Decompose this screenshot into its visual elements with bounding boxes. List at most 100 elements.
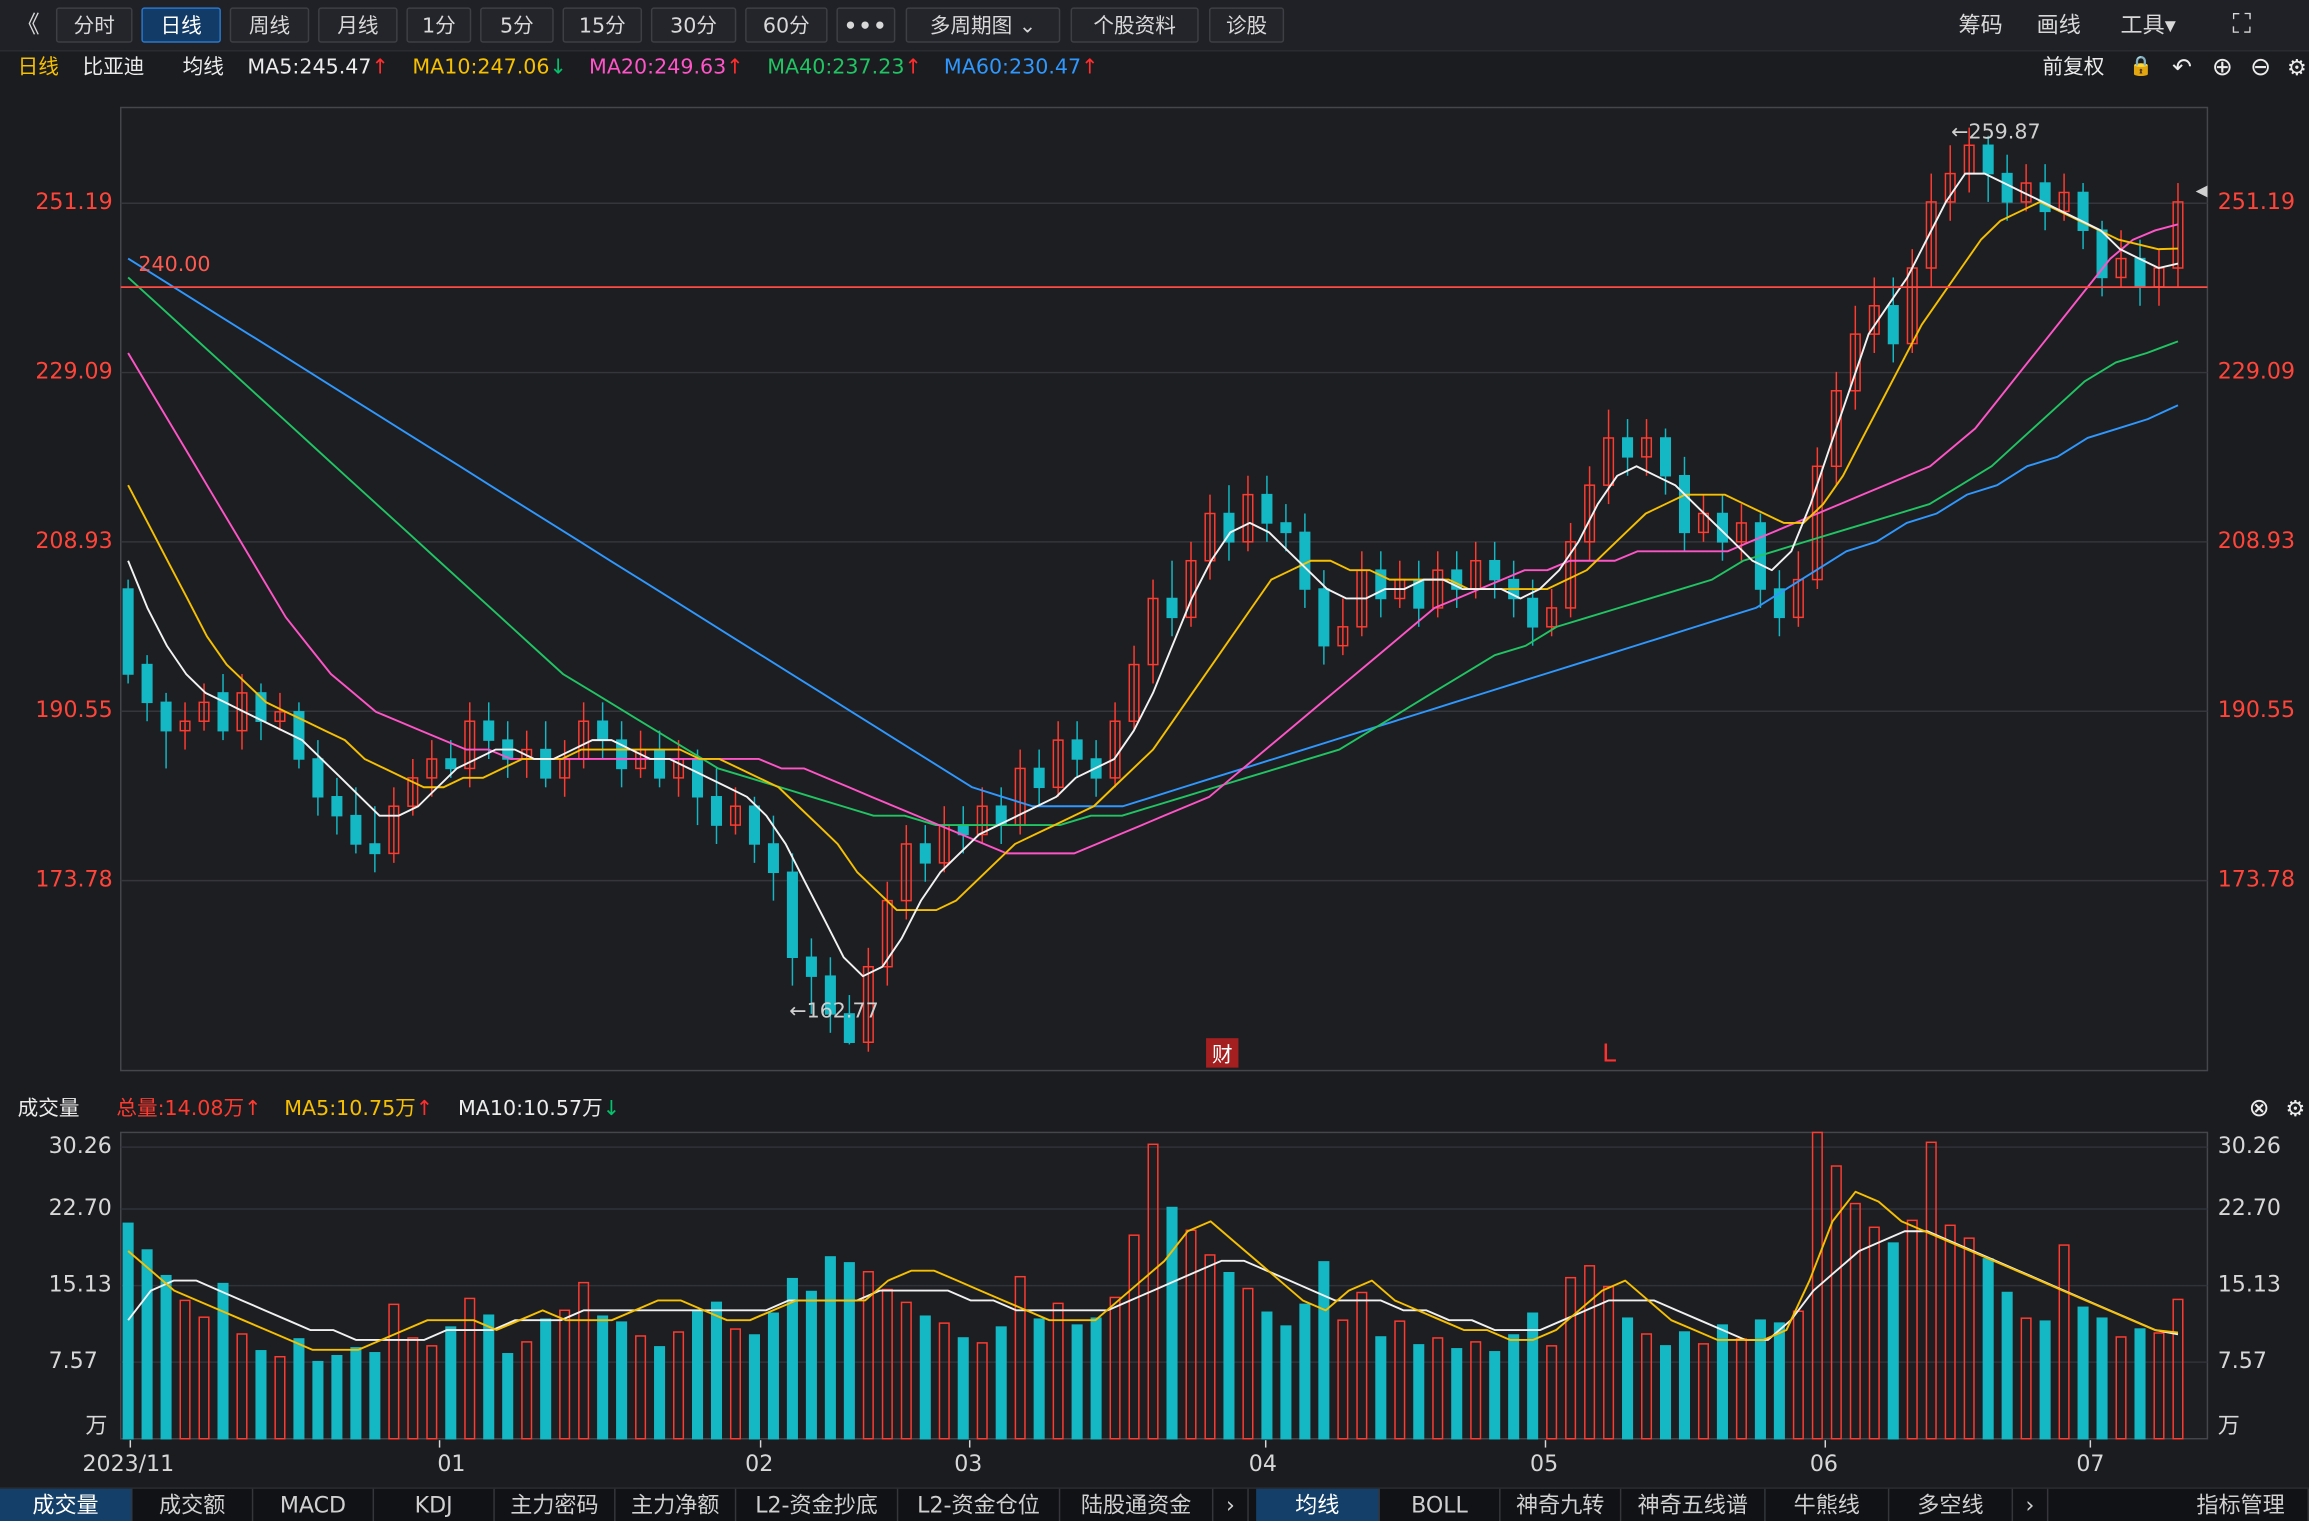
volume-bar (843, 1262, 855, 1440)
candle-body (1280, 522, 1292, 534)
right-volume-label: 万 (2217, 1412, 2240, 1439)
candle-body (1659, 437, 1672, 477)
volume-bar (217, 1282, 229, 1440)
candle-body (540, 748, 552, 779)
date-tick (1264, 1440, 1267, 1448)
candle-body (654, 748, 666, 779)
right-volume-label: 22.70 (2217, 1194, 2281, 1221)
volume-bar (369, 1352, 381, 1440)
volume-bar (1280, 1325, 1292, 1440)
left-price-label: 251.19 (35, 188, 113, 215)
left-volume-label: 7.57 (48, 1347, 98, 1374)
close-volume-icon[interactable]: ⊗ (2249, 1091, 2270, 1126)
bottom-tab-0[interactable]: 成交量 (0, 1488, 133, 1521)
candle-body (1299, 531, 1311, 590)
volume-bar (1754, 1319, 1766, 1440)
candle-body (1261, 493, 1273, 524)
low-price-annotation: ←162.77 (789, 999, 878, 1023)
volume-bar (293, 1338, 305, 1440)
candle-body (786, 871, 798, 959)
bottom-tab-7[interactable]: L2-资金仓位 (898, 1488, 1061, 1521)
candle-body (1166, 597, 1178, 619)
candle-body (369, 843, 381, 855)
volume-settings-icon[interactable]: ⚙ (2285, 1091, 2305, 1126)
bottom-tab-2[interactable]: MACD (253, 1488, 375, 1521)
overlay-tab-5[interactable]: 多空线 (1889, 1488, 2014, 1521)
candle-body (691, 758, 704, 798)
left-volume-label: 22.70 (48, 1194, 112, 1221)
left-price-label: 173.78 (35, 865, 113, 893)
bottom-tab-6[interactable]: L2-资金抄底 (736, 1488, 899, 1521)
candle-body (1033, 767, 1045, 789)
candle-body (1887, 305, 1899, 345)
volume-bar (1716, 1324, 1728, 1440)
date-tick (129, 1440, 132, 1448)
bottom-tab-4[interactable]: 主力密码 (495, 1488, 616, 1521)
l-marker[interactable]: L (1602, 1039, 1616, 1068)
date-label: 04 (1248, 1450, 1277, 1478)
date-label: 2023/11 (82, 1450, 175, 1478)
left-volume-label: 30.26 (48, 1132, 112, 1159)
volume-bar (483, 1314, 495, 1440)
left-price-label: 208.93 (35, 527, 113, 554)
overlay-tab-3[interactable]: 神奇五线谱 (1621, 1488, 1766, 1521)
candle-body (1318, 588, 1330, 647)
right-volume-label: 7.57 (2217, 1347, 2267, 1374)
candle-body (350, 814, 362, 845)
overlay-tab-2[interactable]: 神奇九转 (1501, 1488, 1622, 1521)
right-volume-label: 30.26 (2217, 1132, 2281, 1159)
candle-body (767, 843, 779, 874)
date-label: 03 (954, 1450, 983, 1478)
volume-bar (255, 1350, 267, 1440)
candle-body (160, 701, 172, 732)
financial-marker-label: 财 (1212, 1043, 1233, 1067)
volume-bar (1033, 1318, 1045, 1440)
date-label: 02 (745, 1450, 774, 1478)
candle-body (141, 663, 153, 704)
bottom-tab-8[interactable]: 陆股通资金 (1060, 1488, 1214, 1521)
high-price-annotation: ←259.87 (1951, 119, 2040, 143)
candle-body (331, 796, 343, 817)
volume-bar (1375, 1336, 1387, 1440)
candle-body (122, 588, 134, 675)
volume-ma5: MA5:10.75万↑ (284, 1097, 434, 1121)
overlay-tab-4[interactable]: 牛熊线 (1766, 1488, 1890, 1521)
date-tick (2089, 1440, 2092, 1448)
candlestick-chart[interactable]: 240.00 ←259.87 ←162.77 财 L (0, 0, 2309, 1521)
candle-body (1622, 437, 1634, 458)
overlay-tab-0[interactable]: 均线 (1256, 1488, 1380, 1521)
right-price-label: 208.93 (2217, 527, 2296, 554)
volume-bar (957, 1337, 969, 1440)
volume-total: 总量:14.08万↑ (116, 1097, 262, 1121)
volume-bar (1982, 1258, 1994, 1440)
overlay-tab-6[interactable]: › (2013, 1488, 2049, 1521)
bottom-tab-1[interactable]: 成交额 (133, 1488, 254, 1521)
volume-bar (616, 1321, 628, 1440)
left-volume-label: 万 (85, 1412, 108, 1439)
volume-bar (691, 1310, 704, 1440)
bottom-tab-3[interactable]: KDJ (374, 1488, 495, 1521)
volume-bar (597, 1315, 609, 1440)
bottom-tabs: 成交量 成交额 MACD KDJ 主力密码 主力净额 L2-资金抄底 L2-资金仓位 陆股通资金… (0, 1487, 2309, 1521)
candle-body (1071, 739, 1083, 760)
candle-body (1489, 559, 1501, 581)
date-label: 05 (1530, 1450, 1559, 1478)
candle-body (2134, 257, 2146, 288)
volume-bar (1451, 1348, 1463, 1440)
volume-bar (654, 1346, 666, 1440)
overlay-tab-1[interactable]: BOLL (1380, 1488, 1501, 1521)
candle-body (445, 758, 457, 770)
candle-body (2039, 182, 2051, 213)
volume-bar (141, 1249, 153, 1440)
bottom-tab-5[interactable]: 主力净额 (616, 1488, 737, 1521)
volume-bar (312, 1360, 324, 1440)
date-tick (759, 1440, 762, 1448)
overlay-tab-7[interactable]: 指标管理 (2174, 1488, 2309, 1521)
volume-bar (2077, 1306, 2089, 1440)
candle-body (710, 796, 723, 826)
candle-body (483, 720, 495, 741)
volume-bar (1261, 1311, 1273, 1440)
left-price-label: 190.55 (35, 696, 113, 724)
left-price-label: 229.09 (35, 357, 113, 385)
bottom-tab-9[interactable]: › (1213, 1488, 1249, 1521)
